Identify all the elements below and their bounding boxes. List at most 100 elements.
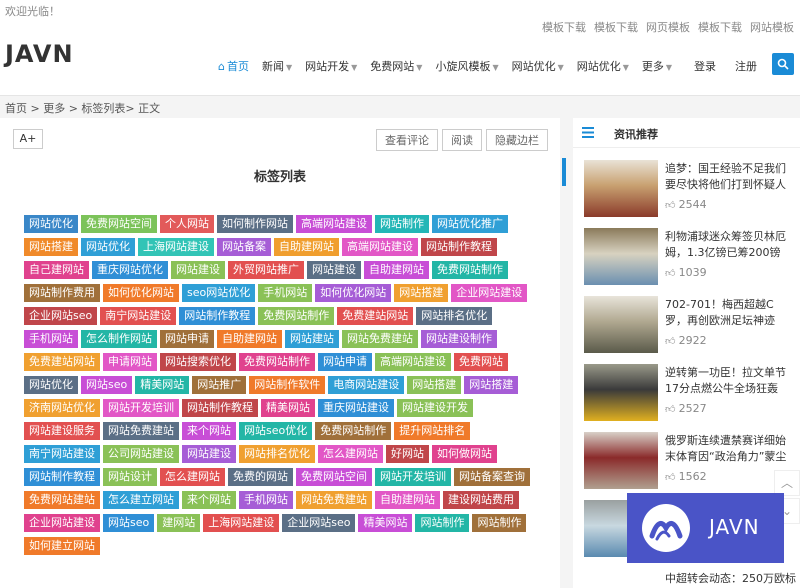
tag-link[interactable]: 怎么建网站 bbox=[318, 445, 383, 463]
nav-item[interactable]: 网站优化 ▼ bbox=[577, 58, 629, 74]
tag-link[interactable]: 好网站 bbox=[386, 445, 429, 463]
tag-link[interactable]: 手机网站 bbox=[239, 491, 293, 509]
tag-link[interactable]: 上海网站建设 bbox=[203, 514, 280, 532]
tag-link[interactable]: 网站优化 bbox=[81, 238, 135, 256]
tag-link[interactable]: 免费网站空间 bbox=[296, 468, 372, 486]
tag-link[interactable]: 如何优化网站 bbox=[103, 284, 179, 302]
tag-link[interactable]: 个人网站 bbox=[160, 215, 214, 233]
tag-link[interactable]: 精美网站 bbox=[135, 376, 190, 394]
tag-link[interactable]: 电商网站建设 bbox=[328, 376, 405, 394]
tag-link[interactable]: 免费建站网站 bbox=[337, 307, 414, 325]
news-item[interactable]: 俄罗斯连续遭禁赛详细始末体育因“政治角力”蒙尘 👍︎ 1562 bbox=[584, 432, 794, 489]
tag-link[interactable]: 如何做网站 bbox=[432, 445, 497, 463]
nav-item[interactable]: 更多 ▼ bbox=[642, 58, 672, 74]
tag-link[interactable]: 建设网站费用 bbox=[443, 491, 519, 509]
tag-link[interactable]: 网站申请 bbox=[160, 330, 214, 348]
tag-link[interactable]: 高端网站建设 bbox=[375, 353, 451, 371]
tag-link[interactable]: 外贸网站推广 bbox=[228, 261, 304, 279]
nav-item[interactable]: 小旋风模板 ▼ bbox=[435, 58, 498, 74]
tag-link[interactable]: 企业网站seo bbox=[24, 307, 98, 325]
tag-link[interactable]: 免费网站建站 bbox=[24, 491, 100, 509]
tag-link[interactable]: 网站建设 bbox=[182, 445, 236, 463]
toolbar-button[interactable]: 隐藏边栏 bbox=[486, 129, 548, 151]
tag-link[interactable]: 来个网站 bbox=[182, 422, 236, 440]
search-button[interactable] bbox=[772, 53, 794, 75]
tag-link[interactable]: 公司网站建设 bbox=[103, 445, 179, 463]
tag-link[interactable]: 手机网站 bbox=[24, 330, 78, 348]
tag-link[interactable]: 网站排名优化 bbox=[416, 307, 493, 325]
tag-link[interactable]: 网站搭建 bbox=[407, 376, 462, 394]
tag-link[interactable]: 企业网站建设 bbox=[24, 514, 100, 532]
nav-item[interactable]: 新闻 ▼ bbox=[262, 58, 292, 74]
tag-link[interactable]: 高端网站建设 bbox=[342, 238, 418, 256]
tag-link[interactable]: 网站推广 bbox=[192, 376, 247, 394]
news-title[interactable]: 702-701！梅西超越C罗，再创欧洲足坛神迹 bbox=[665, 297, 795, 329]
tag-link[interactable]: 南宁网站建设 bbox=[24, 445, 100, 463]
tag-link[interactable]: 重庆网站建设 bbox=[318, 399, 394, 417]
nav-item[interactable]: 网站优化 ▼ bbox=[512, 58, 564, 74]
tag-link[interactable]: 网站设计 bbox=[103, 468, 157, 486]
toolbar-button[interactable]: 阅读 bbox=[442, 129, 482, 151]
tag-link[interactable]: 网站制作 bbox=[472, 514, 527, 532]
tag-link[interactable]: 网站制作教程 bbox=[421, 238, 497, 256]
tag-link[interactable]: 网站seo bbox=[81, 376, 133, 394]
tag-link[interactable]: 自助建网站 bbox=[274, 238, 339, 256]
nav-item[interactable]: 免费网站 ▼ bbox=[370, 58, 422, 74]
tag-link[interactable]: 如何建立网站 bbox=[24, 537, 100, 555]
tag-link[interactable]: 怎么制作网站 bbox=[81, 330, 157, 348]
news-title[interactable]: 利物浦球迷众筹签贝林厄姆，1.3亿镑已筹200镑 bbox=[665, 229, 795, 261]
tag-link[interactable]: 网站开发培训 bbox=[103, 399, 179, 417]
tag-link[interactable]: 网站制作教程 bbox=[179, 307, 256, 325]
site-logo[interactable]: JAVN bbox=[5, 40, 74, 68]
font-size-button[interactable]: A+ bbox=[13, 129, 43, 149]
top-link[interactable]: 模板下载 bbox=[698, 21, 742, 34]
tag-link[interactable]: 自助建网站 bbox=[375, 491, 440, 509]
tag-link[interactable]: 高端网站建设 bbox=[296, 215, 372, 233]
tag-link[interactable]: 企业网站seo bbox=[282, 514, 356, 532]
tag-link[interactable]: 网站制作费用 bbox=[24, 284, 100, 302]
tag-link[interactable]: 手机网站 bbox=[258, 284, 313, 302]
news-item[interactable]: 逆转第一功臣！拉文单节17分点燃公牛全场狂轰 👍︎ 2527 bbox=[584, 364, 794, 421]
tag-link[interactable]: 网站制作 bbox=[415, 514, 470, 532]
tag-link[interactable]: 网站搭建 bbox=[24, 238, 78, 256]
tag-link[interactable]: 提升网站排名 bbox=[394, 422, 471, 440]
tag-link[interactable]: 免费网站制作 bbox=[315, 422, 392, 440]
tag-link[interactable]: 网站免费建站 bbox=[342, 330, 418, 348]
news-thumbnail[interactable] bbox=[584, 160, 658, 217]
tag-link[interactable]: 如何优化网站 bbox=[315, 284, 392, 302]
tag-link[interactable]: 网站备案查询 bbox=[454, 468, 530, 486]
nav-item[interactable]: ⌂ 首页 bbox=[218, 58, 249, 74]
login-link[interactable]: 登录 bbox=[694, 58, 716, 74]
tag-link[interactable]: 自助建网站 bbox=[217, 330, 282, 348]
tag-link[interactable]: 免费网站 bbox=[454, 353, 508, 371]
register-link[interactable]: 注册 bbox=[735, 58, 757, 74]
top-link[interactable]: 网站模板 bbox=[750, 21, 794, 34]
tag-link[interactable]: 免费网站制作 bbox=[239, 353, 315, 371]
news-title[interactable]: 俄罗斯连续遭禁赛详细始末体育因“政治角力”蒙尘 bbox=[665, 433, 795, 465]
tag-link[interactable]: 网站优化推广 bbox=[432, 215, 508, 233]
tag-link[interactable]: 网站优化 bbox=[24, 215, 78, 233]
news-thumbnail[interactable] bbox=[584, 296, 658, 353]
tag-link[interactable]: 网站免费建站 bbox=[296, 491, 372, 509]
top-link[interactable]: 网页模板 bbox=[646, 21, 690, 34]
tag-link[interactable]: 免费的网站 bbox=[228, 468, 293, 486]
tag-link[interactable]: 网站seo bbox=[103, 514, 155, 532]
tag-link[interactable]: 自助建网站 bbox=[364, 261, 429, 279]
tag-link[interactable]: seo网站优化 bbox=[182, 284, 256, 302]
tag-link[interactable]: 免费网站制作 bbox=[258, 307, 335, 325]
tag-link[interactable]: 南宁网站建设 bbox=[100, 307, 177, 325]
tag-link[interactable]: 网站建设 bbox=[307, 261, 361, 279]
news-title-bottom[interactable]: 中超转会动态：250万欧标 bbox=[665, 570, 796, 586]
tag-link[interactable]: 网站建设制作 bbox=[421, 330, 497, 348]
news-item[interactable]: 702-701！梅西超越C罗，再创欧洲足坛神迹 👍︎ 2922 bbox=[584, 296, 794, 353]
news-item[interactable]: 追梦：国王经验不足我们要尽快将他们打到怀疑人 👍︎ 2544 bbox=[584, 160, 794, 217]
tag-link[interactable]: 申请网站 bbox=[103, 353, 157, 371]
toolbar-button[interactable]: 查看评论 bbox=[376, 129, 438, 151]
tag-link[interactable]: 精美网站 bbox=[358, 514, 413, 532]
tag-link[interactable]: 网站申请 bbox=[318, 353, 372, 371]
tag-link[interactable]: 怎么建立网站 bbox=[103, 491, 179, 509]
tag-link[interactable]: 重庆网站优化 bbox=[92, 261, 168, 279]
nav-item[interactable]: 网站开发 ▼ bbox=[305, 58, 357, 74]
tag-link[interactable]: 网站搜索优化 bbox=[160, 353, 236, 371]
tag-link[interactable]: 精美网站 bbox=[261, 399, 315, 417]
